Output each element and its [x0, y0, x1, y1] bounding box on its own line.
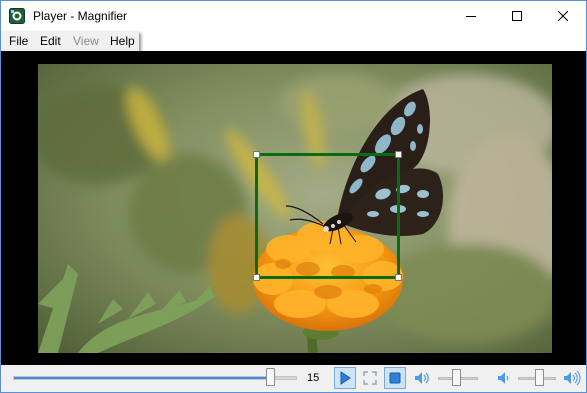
- close-button[interactable]: [540, 1, 586, 31]
- video-area[interactable]: [1, 51, 586, 365]
- seek-slider-fill: [14, 377, 272, 379]
- video-frame[interactable]: [38, 64, 552, 353]
- speaker-icon: [415, 372, 429, 384]
- stop-icon: [389, 372, 401, 384]
- control-bar: 15: [1, 365, 586, 392]
- resize-handle-top-left[interactable]: [253, 151, 260, 158]
- seek-slider-thumb[interactable]: [266, 368, 275, 386]
- play-button[interactable]: [334, 367, 356, 389]
- menu-view[interactable]: View: [73, 34, 99, 48]
- seek-slider-track[interactable]: [13, 376, 297, 380]
- magnifier-selection-box[interactable]: [253, 151, 402, 281]
- player-app-icon: [9, 8, 25, 24]
- minimize-icon: [466, 16, 476, 17]
- menu-file[interactable]: File: [9, 34, 28, 48]
- menu-bar: File Edit View Help: [1, 31, 139, 51]
- fullscreen-icon: [363, 371, 377, 385]
- menu-help[interactable]: Help: [110, 34, 135, 48]
- title-bar: Player - Magnifier: [1, 1, 586, 31]
- volume-slider-thumb[interactable]: [535, 369, 544, 386]
- close-icon: [558, 11, 568, 21]
- speaker-high-icon: [564, 370, 581, 386]
- stop-button[interactable]: [384, 367, 406, 389]
- minimize-button[interactable]: [448, 1, 494, 31]
- window-title: Player - Magnifier: [33, 9, 128, 23]
- resize-handle-bottom-left[interactable]: [253, 274, 260, 281]
- play-icon: [340, 371, 351, 385]
- resize-handle-top-right[interactable]: [395, 151, 402, 158]
- balance-slider-thumb[interactable]: [452, 369, 461, 386]
- fullscreen-button[interactable]: [359, 367, 381, 389]
- player-window: Player - Magnifier File Edit View Help 1…: [0, 0, 587, 393]
- menu-edit[interactable]: Edit: [40, 34, 61, 48]
- volume-up-button[interactable]: [561, 367, 583, 389]
- mute-button[interactable]: [411, 367, 433, 389]
- speaker-low-icon: [498, 372, 509, 384]
- seek-value: 15: [307, 372, 320, 384]
- volume-down-button[interactable]: [492, 367, 514, 389]
- maximize-button[interactable]: [494, 1, 540, 31]
- maximize-icon: [512, 11, 522, 21]
- resize-handle-bottom-right[interactable]: [395, 274, 402, 281]
